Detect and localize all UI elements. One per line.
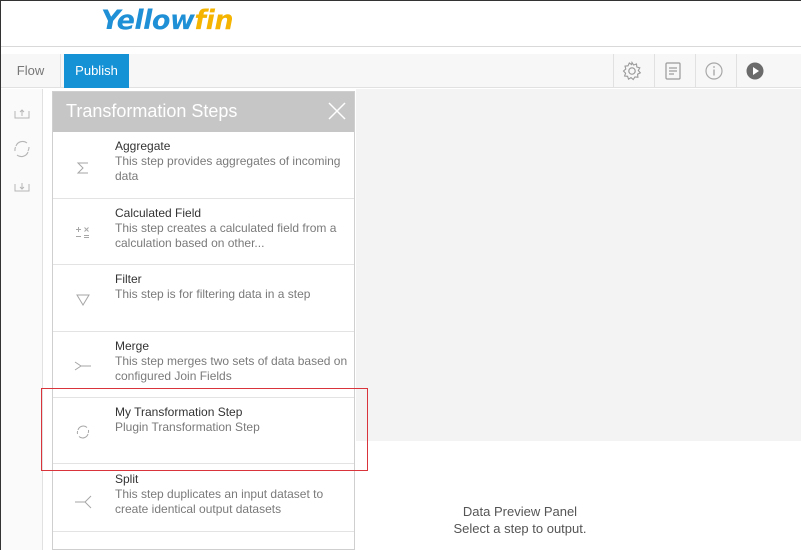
step-description: This step provides aggregates of incomin…	[115, 154, 341, 183]
preview-title: Data Preview Panel	[462, 504, 578, 519]
settings-button[interactable]	[613, 54, 650, 88]
step-description: This step is for filtering data in a ste…	[115, 287, 311, 301]
export-icon	[14, 179, 30, 197]
data-preview-panel: Data Preview Panel Select a step to outp…	[420, 503, 620, 537]
close-icon	[326, 102, 348, 126]
play-icon	[745, 61, 765, 81]
tab-publish[interactable]: Publish	[64, 54, 129, 88]
rail-transform-button[interactable]	[1, 131, 43, 171]
filter-icon	[73, 290, 93, 310]
step-description: Plugin Transformation Step	[115, 420, 260, 434]
rail-export-button[interactable]	[1, 168, 43, 208]
flow-canvas[interactable]	[356, 89, 801, 441]
calculator-icon	[73, 223, 93, 243]
step-description: This step creates a calculated field fro…	[115, 221, 337, 250]
refresh-icon	[73, 422, 93, 442]
notes-button[interactable]	[654, 54, 691, 88]
split-icon	[73, 492, 93, 512]
tab-flow[interactable]: Flow	[1, 54, 61, 88]
step-name: Split	[115, 472, 139, 486]
import-icon	[14, 106, 30, 124]
logo-part-3: fin	[194, 5, 234, 36]
step-aggregate[interactable]: Aggregate This step provides aggregates …	[53, 132, 354, 199]
step-name: Merge	[115, 339, 150, 353]
left-rail	[1, 89, 43, 550]
close-button[interactable]	[326, 100, 348, 122]
app-header: Yellowfin	[1, 1, 801, 47]
step-filter[interactable]: Filter This step is for filtering data i…	[53, 265, 354, 332]
step-name: Aggregate	[115, 139, 171, 153]
step-name: Filter	[115, 272, 142, 286]
merge-icon	[73, 356, 93, 376]
preview-subtitle: Select a step to output.	[453, 521, 587, 536]
logo-part-1: Y	[101, 5, 117, 36]
yellowfin-logo[interactable]: Yellowfin	[101, 5, 234, 36]
info-button[interactable]	[695, 54, 732, 88]
logo-part-2: ellow	[116, 5, 195, 36]
step-name: Calculated Field	[115, 206, 202, 220]
rail-import-button[interactable]	[1, 95, 43, 135]
step-name: My Transformation Step	[115, 405, 243, 419]
run-button[interactable]	[736, 54, 773, 88]
notes-icon	[664, 61, 682, 81]
sigma-icon	[73, 158, 93, 178]
transformation-steps-panel: Transformation Steps Aggregate This step…	[52, 91, 355, 550]
step-description: This step duplicates an input dataset to…	[115, 487, 324, 516]
step-my-transformation-step[interactable]: My Transformation Step Plugin Transforma…	[53, 398, 354, 464]
info-icon	[704, 61, 724, 81]
step-merge[interactable]: Merge This step merges two sets of data …	[53, 332, 354, 398]
step-description: This step merges two sets of data based …	[115, 354, 348, 383]
step-split[interactable]: Split This step duplicates an input data…	[53, 464, 354, 532]
panel-header: Transformation Steps	[53, 92, 354, 132]
panel-title: Transformation Steps	[66, 101, 238, 121]
gear-icon	[622, 61, 642, 81]
toolbar: Flow Publish	[1, 54, 801, 88]
transform-icon	[12, 139, 32, 164]
step-calculated-field[interactable]: Calculated Field This step creates a cal…	[53, 199, 354, 265]
